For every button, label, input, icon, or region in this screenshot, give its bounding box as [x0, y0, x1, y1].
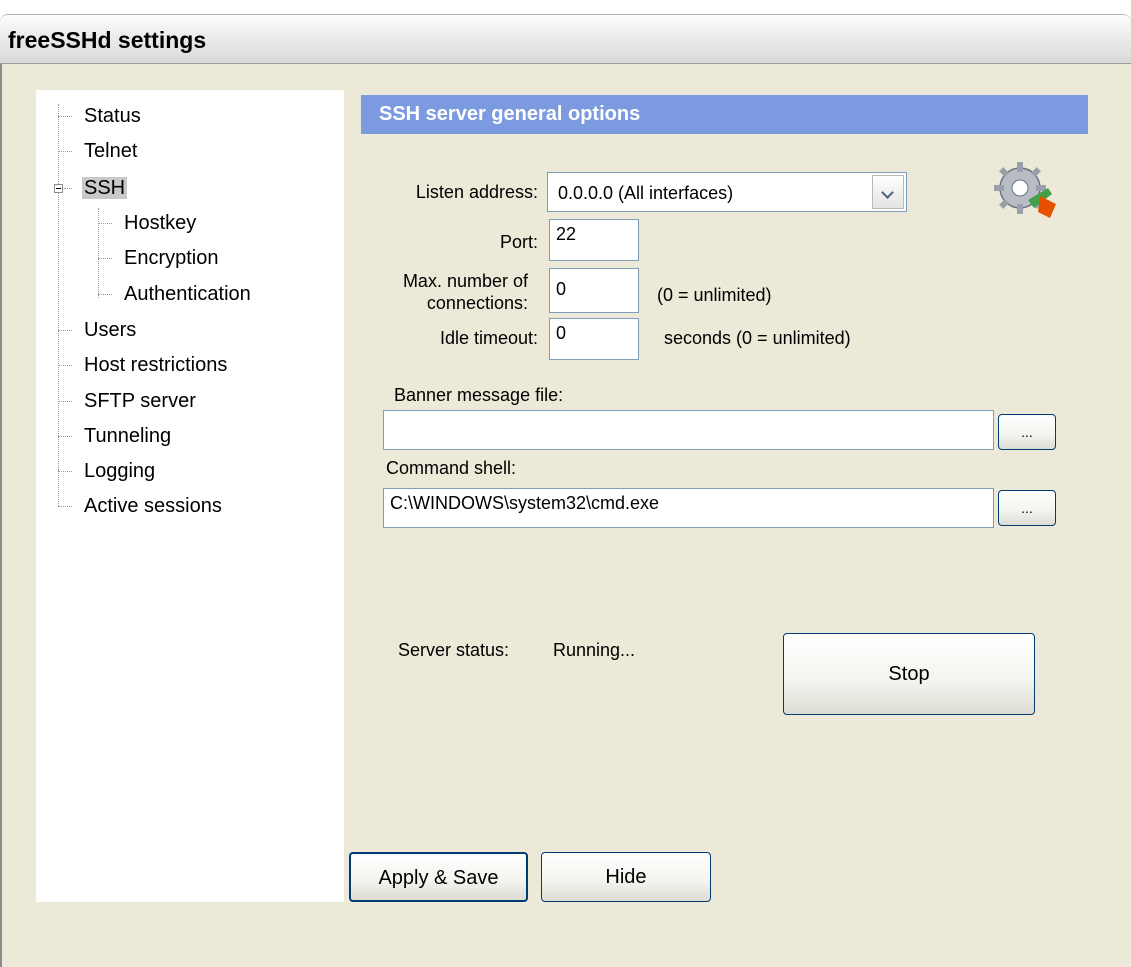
tree-connector	[58, 401, 72, 402]
tree-connector	[58, 436, 72, 437]
max-connections-label: Max. number of connections:	[402, 271, 528, 313]
command-shell-browse-button[interactable]: ...	[998, 490, 1056, 526]
tree-connector	[58, 330, 72, 331]
tree-item-hostkey[interactable]: Hostkey	[122, 210, 198, 236]
tree-connector	[98, 258, 112, 259]
tree-connector	[58, 471, 72, 472]
server-status-label: Server status:	[398, 640, 510, 660]
gear-refresh-icon	[994, 162, 1056, 218]
apply-save-button[interactable]: Apply & Save	[349, 852, 528, 902]
tree-item-tunneling[interactable]: Tunneling	[82, 423, 173, 449]
server-status-value: Running...	[553, 640, 636, 660]
listen-address-value: 0.0.0.0 (All interfaces)	[558, 183, 734, 203]
tree-connector	[58, 104, 59, 470]
tree-connector	[58, 151, 72, 152]
collapse-icon[interactable]	[54, 184, 63, 193]
tree-item-active-sessions[interactable]: Active sessions	[82, 493, 224, 519]
port-label: Port:	[499, 232, 538, 252]
max-connections-field[interactable]: 0	[549, 268, 639, 313]
hide-button[interactable]: Hide	[541, 852, 711, 902]
tree-connector	[58, 116, 72, 117]
banner-browse-button[interactable]: ...	[998, 414, 1056, 450]
tree-item-users[interactable]: Users	[82, 317, 138, 343]
tree-connector	[98, 208, 99, 298]
section-header: SSH server general options	[361, 95, 1088, 134]
settings-window: freeSSHd settings Status Telnet SSH Host…	[0, 0, 1131, 967]
tree-item-telnet[interactable]: Telnet	[82, 138, 139, 164]
listen-address-label: Listen address:	[415, 182, 538, 202]
tree-item-host-restrictions[interactable]: Host restrictions	[82, 352, 229, 378]
tree-item-encryption[interactable]: Encryption	[122, 245, 221, 271]
tree-item-status[interactable]: Status	[82, 103, 143, 129]
settings-tree[interactable]: Status Telnet SSH Hostkey Encryption Aut…	[36, 90, 344, 902]
tree-connector	[58, 506, 72, 507]
idle-timeout-field[interactable]: 0	[549, 318, 639, 360]
section-title: SSH server general options	[379, 103, 641, 125]
chevron-down-icon[interactable]	[872, 175, 904, 209]
banner-file-label: Banner message file:	[394, 385, 564, 405]
port-field[interactable]: 22	[549, 219, 639, 261]
stop-button[interactable]: Stop	[783, 633, 1035, 715]
tree-item-authentication[interactable]: Authentication	[122, 281, 253, 307]
tree-connector	[58, 365, 72, 366]
tree-item-sftp-server[interactable]: SFTP server	[82, 388, 198, 414]
tree-connector	[98, 223, 112, 224]
command-shell-field[interactable]: C:\WINDOWS\system32\cmd.exe	[383, 488, 994, 528]
tree-item-logging[interactable]: Logging	[82, 458, 157, 484]
window-title: freeSSHd settings	[8, 27, 207, 53]
command-shell-label: Command shell:	[386, 458, 517, 478]
idle-timeout-hint: seconds (0 = unlimited)	[664, 328, 851, 348]
tree-connector	[98, 294, 112, 295]
tree-connector	[58, 470, 59, 506]
idle-timeout-label: Idle timeout:	[439, 328, 538, 348]
banner-file-field[interactable]	[383, 410, 994, 450]
tree-connector	[64, 188, 72, 189]
tree-item-ssh[interactable]: SSH	[82, 175, 128, 201]
listen-address-select[interactable]: 0.0.0.0 (All interfaces)	[547, 172, 907, 212]
max-connections-hint: (0 = unlimited)	[657, 285, 772, 305]
title-bar[interactable]: freeSSHd settings	[0, 14, 1131, 64]
